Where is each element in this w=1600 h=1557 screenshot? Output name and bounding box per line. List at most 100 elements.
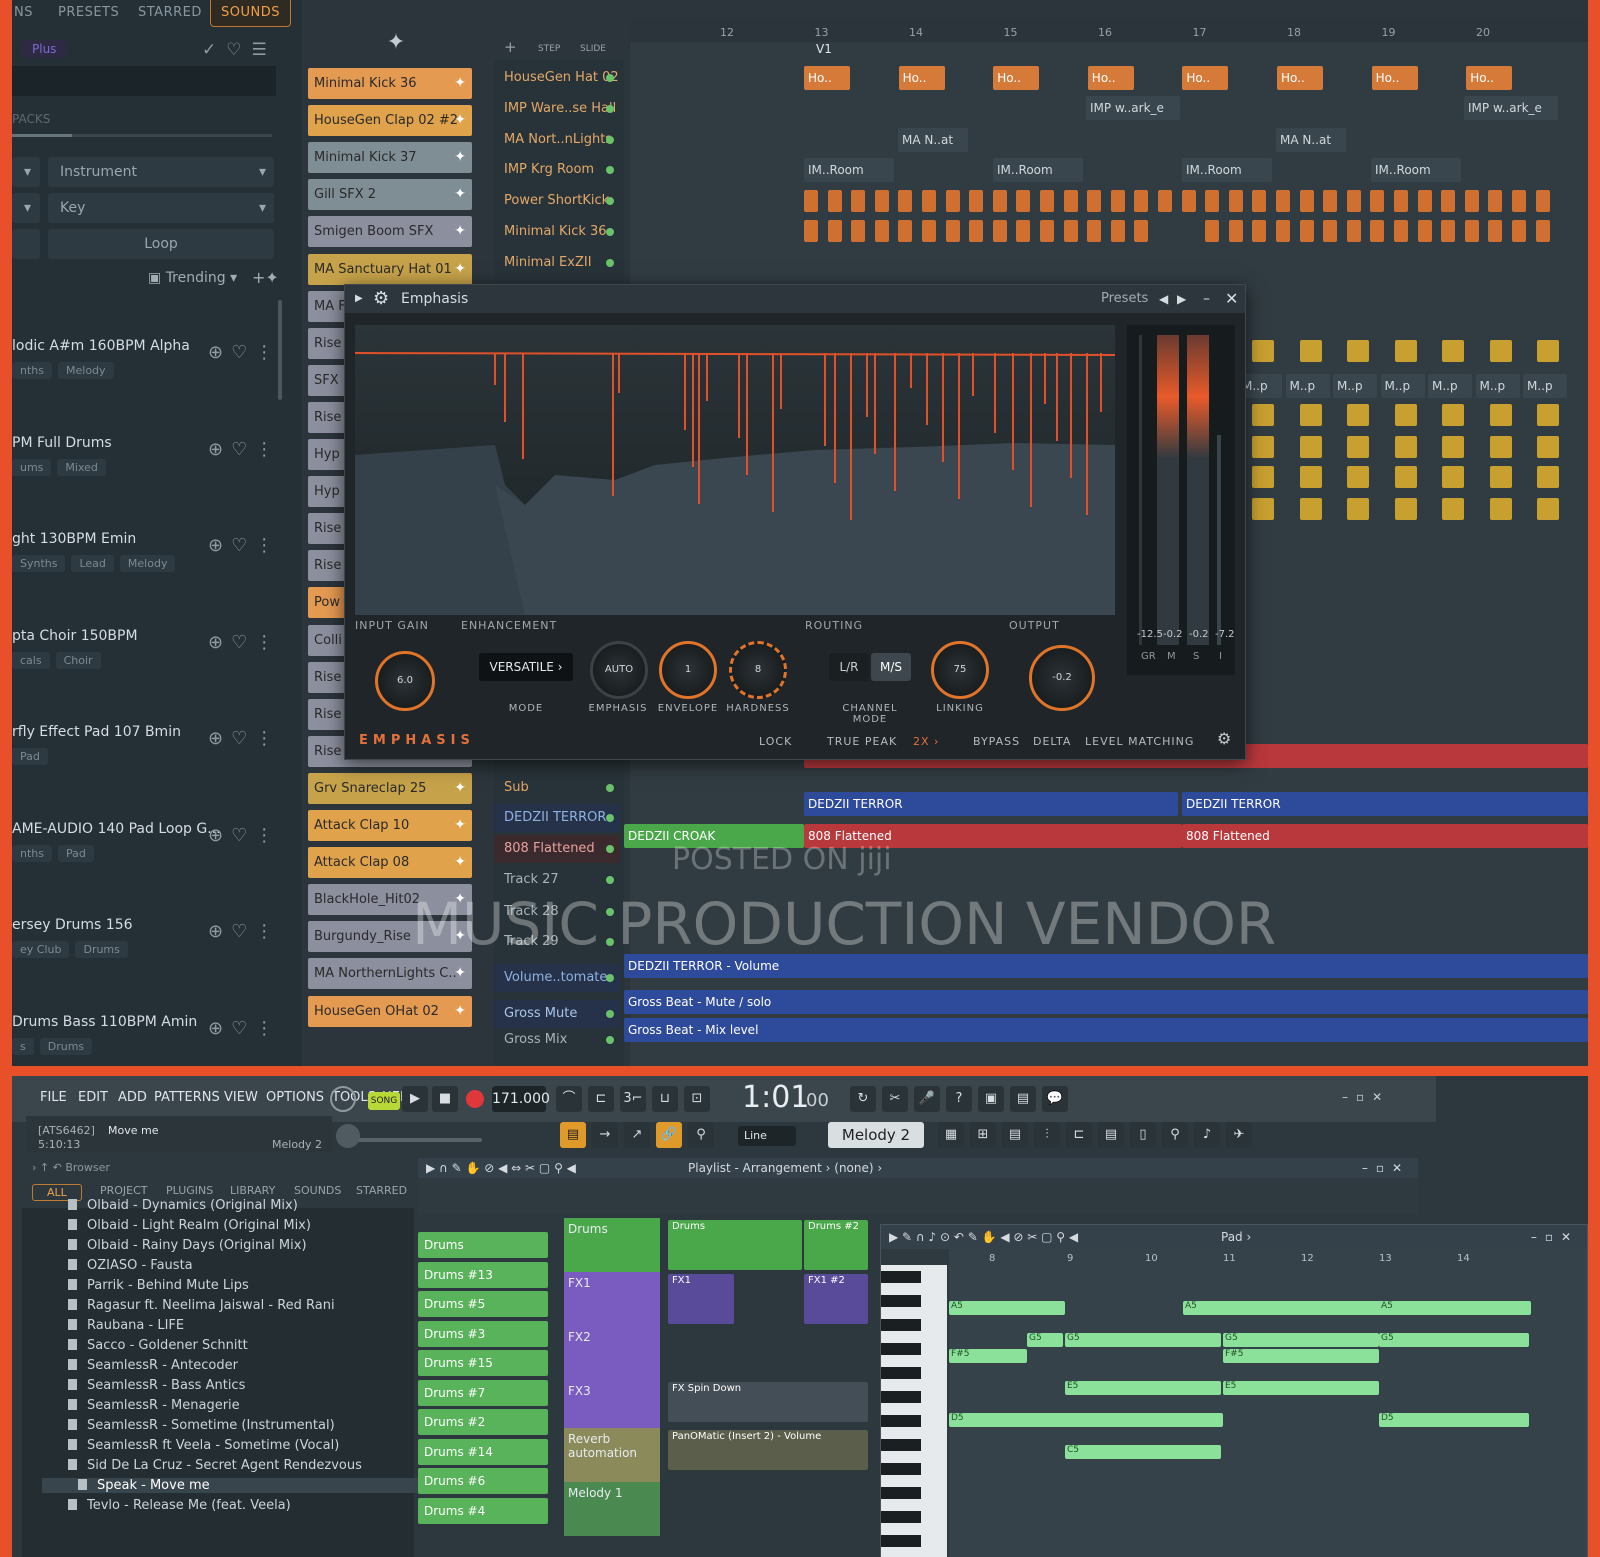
pack-actions[interactable]: ⊕♡⋮ <box>208 632 281 653</box>
snap-tool-icon[interactable]: 🔗 <box>656 1122 682 1148</box>
window-controls[interactable]: –▫✕ <box>1531 1225 1579 1249</box>
playlist-track-label[interactable]: Drums <box>564 1218 660 1272</box>
track-header-item[interactable]: Power ShortKick <box>494 187 620 215</box>
black-key[interactable] <box>881 1391 921 1403</box>
pack-tag[interactable]: Melody <box>119 555 176 572</box>
track-header-item[interactable]: IMP Krg Room <box>494 156 620 184</box>
channel-fx-icon[interactable]: ✦ <box>454 254 466 285</box>
channel-button[interactable]: Grv Snareclap 25 ✦ <box>308 772 472 804</box>
midi-note[interactable]: E5 <box>1065 1381 1221 1395</box>
pack-tag[interactable]: cals <box>12 651 50 669</box>
channel-fx-icon[interactable]: ✦ <box>454 68 466 99</box>
slide-label[interactable]: SLIDE <box>580 44 606 54</box>
key-dropdown[interactable]: Key ▾ <box>48 193 274 223</box>
note-grid[interactable]: 8 9 10 11 12 13 14 A5 A5 A5 G5 G5 G5 G5 F#5 F#5 E5 E5 D5 D5… <box>949 1249 1587 1557</box>
preset-next-icon[interactable]: ▶ <box>1177 285 1186 313</box>
playlist-clip[interactable]: FX1 <box>668 1274 734 1324</box>
track-mute-led[interactable] <box>606 845 614 853</box>
browser-tab-sounds[interactable]: SOUNDS <box>210 0 291 27</box>
track-mute-led[interactable] <box>606 228 614 236</box>
black-key[interactable] <box>881 1343 921 1355</box>
bpm-field[interactable] <box>12 229 40 259</box>
midi-note[interactable]: F#5 <box>949 1349 1027 1363</box>
track-mute-led[interactable] <box>606 135 614 144</box>
pack-item[interactable]: ersey Drums 156 ey Club Drums ⊕♡⋮ <box>12 909 297 1005</box>
black-key[interactable] <box>881 1415 921 1427</box>
playlist-track-label[interactable]: FX3 <box>564 1380 660 1434</box>
step-label[interactable]: STEP <box>538 44 560 54</box>
midi-note[interactable]: G5 <box>1065 1333 1221 1347</box>
window-toggle-icon[interactable]: ▤ <box>1002 1122 1028 1148</box>
pack-tag[interactable]: ums <box>12 458 52 476</box>
track-header-item[interactable]: Minimal Kick 36 <box>494 218 620 246</box>
pack-tag[interactable]: Melody <box>58 362 114 379</box>
bypass-button[interactable]: BYPASS <box>973 735 1020 748</box>
track-mute-led[interactable] <box>606 104 614 113</box>
pack-actions[interactable]: ⊕♡⋮ <box>208 342 281 363</box>
envelope-knob[interactable]: 1 <box>659 641 717 699</box>
midi-note[interactable]: D5 <box>1379 1413 1529 1427</box>
channel-button[interactable]: HouseGen Clap 02 #2 ✦ <box>308 105 472 137</box>
channel-button[interactable]: Minimal Kick 37 ✦ <box>308 142 472 174</box>
lr-button[interactable]: L/R <box>829 653 869 681</box>
midi-note[interactable]: F#5 <box>1223 1349 1379 1363</box>
snap-tool-icon[interactable]: ▤ <box>560 1122 586 1148</box>
track-header-item[interactable]: MA Nort..nLights <box>494 126 620 154</box>
black-key[interactable] <box>881 1535 921 1547</box>
window-toggle-icon[interactable]: ⊏ <box>1066 1122 1092 1148</box>
packs-scrollbar[interactable] <box>12 134 272 137</box>
pack-actions[interactable]: ⊕♡⋮ <box>208 439 281 460</box>
track-header-item[interactable]: Volume..tomate <box>494 964 620 992</box>
piano-roll-titlebar[interactable]: ▶ ✎ ∩ ♪ ⊙ ↶ ✎ ✋ ◀ ⊘ ✂ ▢ ⚲ ◀ Pad › –▫✕ <box>881 1225 1587 1249</box>
pack-tag[interactable]: Pad <box>12 748 48 765</box>
track-mute-led[interactable] <box>606 876 614 884</box>
track-mute-led[interactable] <box>606 74 614 82</box>
pack-actions[interactable]: ⊕♡⋮ <box>208 728 281 749</box>
track-header-item[interactable]: Gross Mute <box>494 1000 620 1028</box>
true-peak-button[interactable]: TRUE PEAK <box>827 735 897 748</box>
black-key[interactable] <box>881 1367 921 1379</box>
emphasis-knob[interactable]: AUTO <box>590 641 648 699</box>
browser-tab-plugins[interactable]: NS <box>14 0 33 26</box>
playlist-ruler[interactable]: 12 13 14 15 16 17 18 19 20 V1 <box>630 20 1588 56</box>
category-dropdown[interactable]: ▾ <box>12 157 40 187</box>
playlist-clip[interactable]: Drums <box>668 1220 802 1270</box>
loop-toggle[interactable]: Loop <box>48 229 274 259</box>
channel-fx-icon[interactable]: ✦ <box>454 810 466 841</box>
plugin-menu-arrow-icon[interactable]: ▶ <box>355 285 363 313</box>
playlist-track-label[interactable]: FX2 <box>564 1326 660 1380</box>
track-header-item[interactable]: Gross Mix <box>494 1026 620 1054</box>
track-header-item[interactable]: HouseGen Hat 02 <box>494 64 620 92</box>
pack-tag[interactable]: Synths <box>12 555 66 572</box>
window-toggle-icon[interactable]: ▤ <box>1098 1122 1124 1148</box>
pack-item[interactable]: Drums Bass 110BPM Amin s Drums ⊕♡⋮ <box>12 1006 297 1067</box>
pack-tag[interactable]: nths <box>12 844 52 862</box>
black-key[interactable] <box>881 1487 921 1499</box>
channel-fx-icon[interactable]: ✦ <box>454 216 466 247</box>
snap-tool-icon[interactable]: ⚲ <box>688 1122 714 1148</box>
pattern-selector[interactable]: Melody 2 <box>828 1122 924 1148</box>
level-matching-button[interactable]: LEVEL MATCHING <box>1085 735 1194 748</box>
midi-note[interactable]: G5 <box>1027 1333 1063 1347</box>
add-track-icon[interactable]: + <box>504 38 517 56</box>
preset-prev-icon[interactable]: ◀ <box>1159 285 1168 313</box>
track-mute-led[interactable] <box>606 1010 614 1018</box>
playlist-track-label[interactable]: Reverb automation <box>564 1428 660 1482</box>
pack-tag[interactable]: Drums <box>39 1037 93 1055</box>
channel-fx-icon[interactable]: ✦ <box>454 996 466 1027</box>
channel-fx-icon[interactable]: ✦ <box>454 179 466 210</box>
snap-selector[interactable]: Line <box>738 1126 796 1146</box>
track-mute-led[interactable] <box>606 197 614 206</box>
track-mute-led[interactable] <box>606 258 614 267</box>
pack-actions[interactable]: ⊕♡⋮ <box>208 921 281 942</box>
channel-button[interactable]: MA Sanctuary Hat 01 ✦ <box>308 253 472 285</box>
black-key[interactable] <box>881 1319 921 1331</box>
pack-actions[interactable]: ⊕♡⋮ <box>208 535 281 556</box>
pack-item[interactable]: lodic A#m 160BPM Alpha nths Melody ⊕♡⋮ <box>12 330 297 426</box>
track-header-item[interactable]: Sub <box>494 774 620 802</box>
pack-tag[interactable]: ey Club <box>12 941 70 958</box>
browser-tab-presets[interactable]: PRESETS <box>58 0 119 26</box>
midi-note[interactable]: A5 <box>1379 1301 1529 1315</box>
playlist-track-label[interactable]: Melody 1 <box>564 1482 660 1536</box>
pack-item[interactable]: ght 130BPM Emin Synths Lead Melody ⊕♡⋮ <box>12 523 297 619</box>
